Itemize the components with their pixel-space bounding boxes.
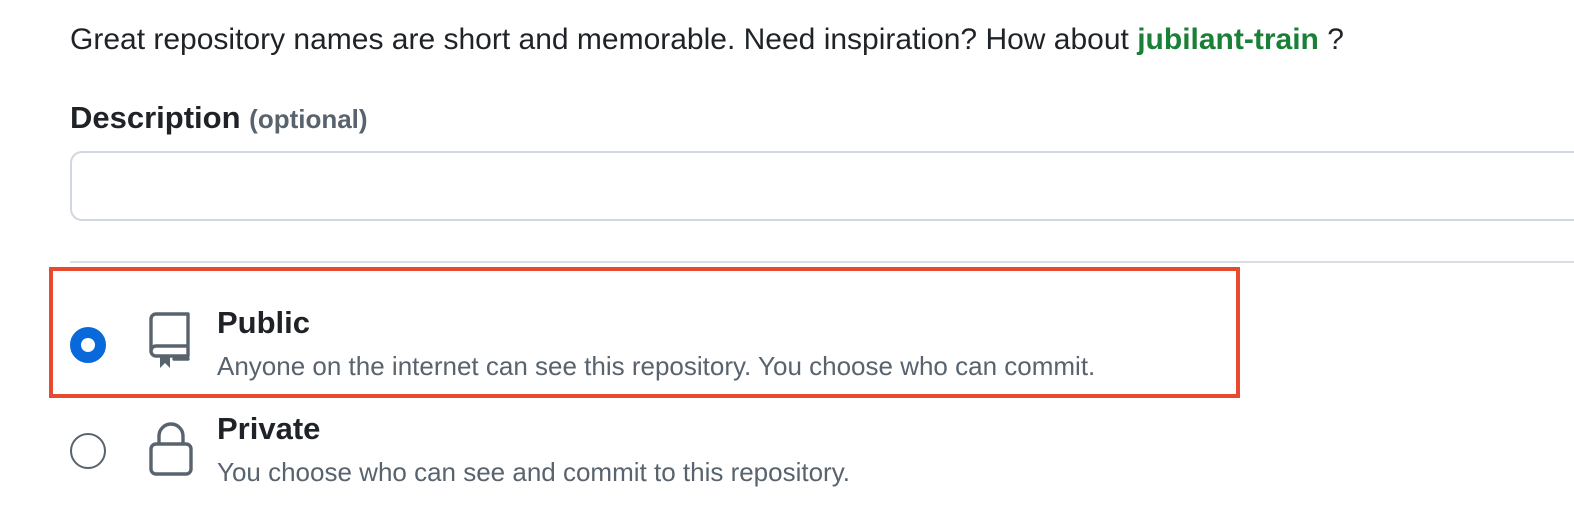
private-description: You choose who can see and commit to thi… (217, 457, 851, 487)
suggested-name-link[interactable]: jubilant-train (1137, 23, 1319, 56)
visibility-option-private[interactable]: Private You choose who can see and commi… (60, 406, 1220, 496)
private-title: Private (217, 411, 321, 446)
repo-icon (149, 312, 190, 368)
divider (70, 261, 1574, 263)
optional-label: (optional) (249, 104, 368, 134)
public-description: Anyone on the internet can see this repo… (217, 351, 1096, 381)
hint-text: Great repository names are short and mem… (70, 23, 1138, 56)
description-input[interactable] (70, 151, 1574, 221)
lock-icon (149, 422, 193, 476)
hint-suffix: ? (1318, 23, 1344, 56)
description-label-text: Description (70, 100, 241, 135)
public-radio[interactable] (70, 327, 106, 363)
public-title: Public (217, 305, 311, 340)
repository-name-hint: Great repository names are short and mem… (70, 20, 1344, 60)
description-label: Description (optional) (70, 98, 368, 139)
visibility-option-public[interactable]: Public Anyone on the internet can see th… (60, 300, 1220, 390)
private-radio[interactable] (70, 433, 106, 469)
